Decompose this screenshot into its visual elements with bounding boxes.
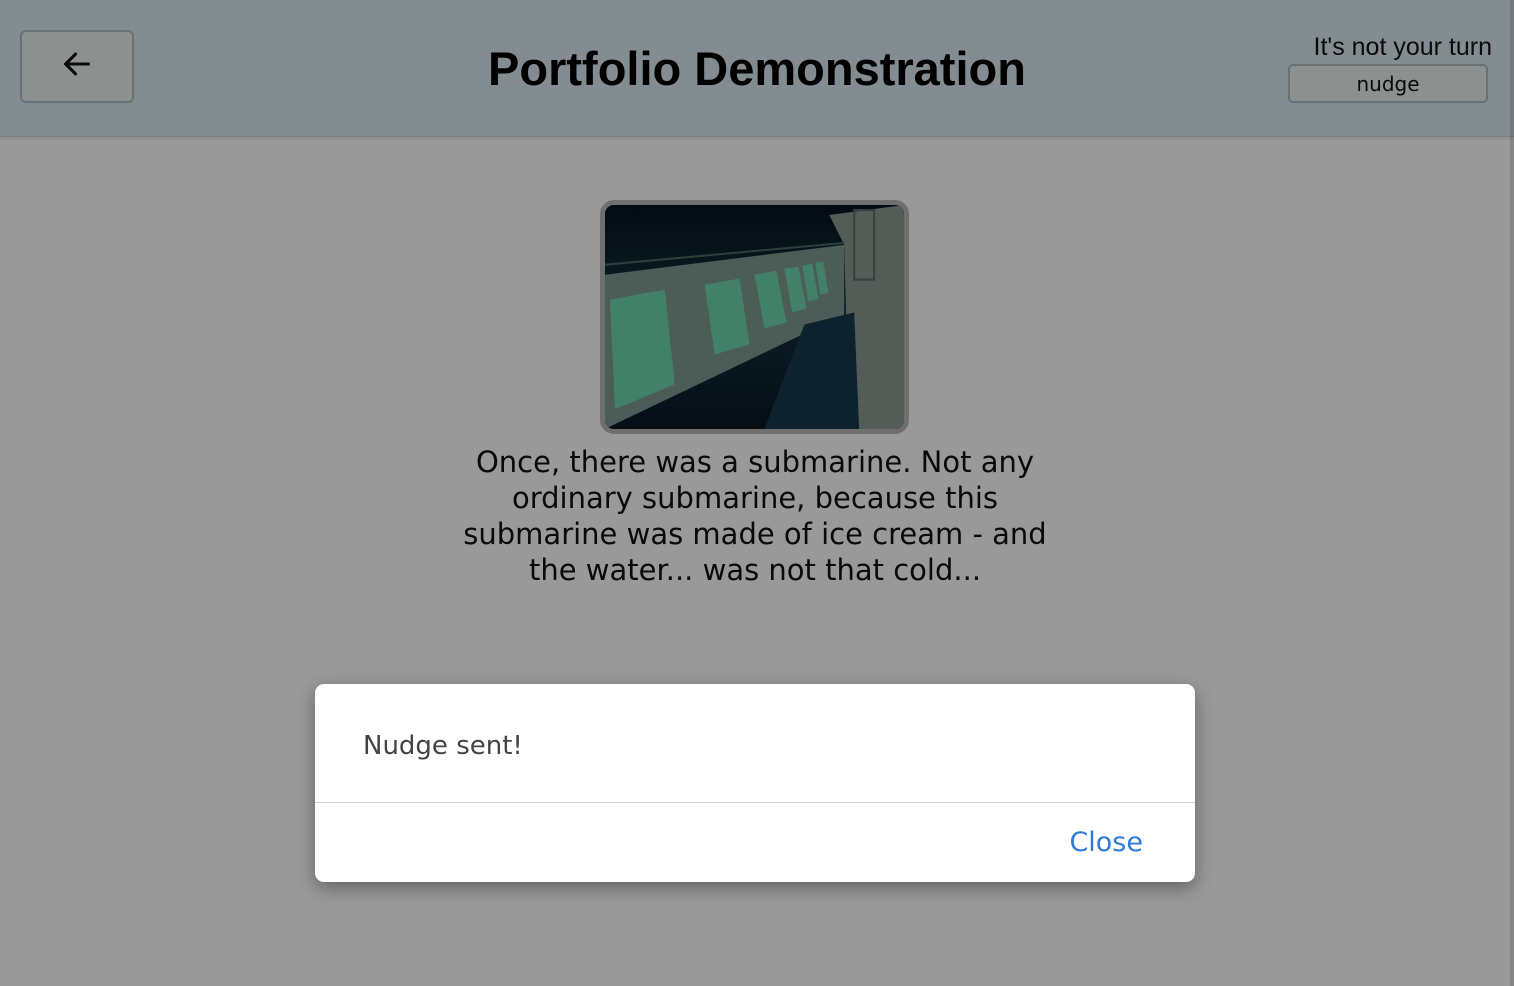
story-page: Portfolio Demonstration It's not your tu… [0, 0, 1514, 986]
nudge-sent-dialog: Nudge sent! Close [315, 684, 1195, 882]
scrollbar-edge [1510, 0, 1514, 986]
dialog-divider [315, 802, 1195, 803]
close-button[interactable]: Close [1069, 826, 1143, 860]
dialog-message: Nudge sent! [363, 731, 523, 761]
